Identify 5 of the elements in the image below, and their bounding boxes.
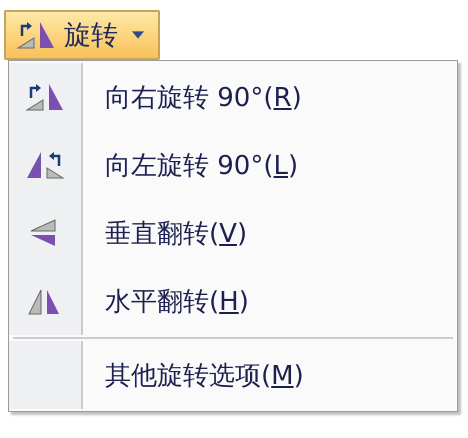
rotate-left-icon [25,150,65,180]
rotate-right-icon [16,20,56,50]
rotate-button[interactable]: 旋转 [4,10,160,60]
caret-icon [132,31,144,39]
rotate-right-icon [25,82,65,112]
